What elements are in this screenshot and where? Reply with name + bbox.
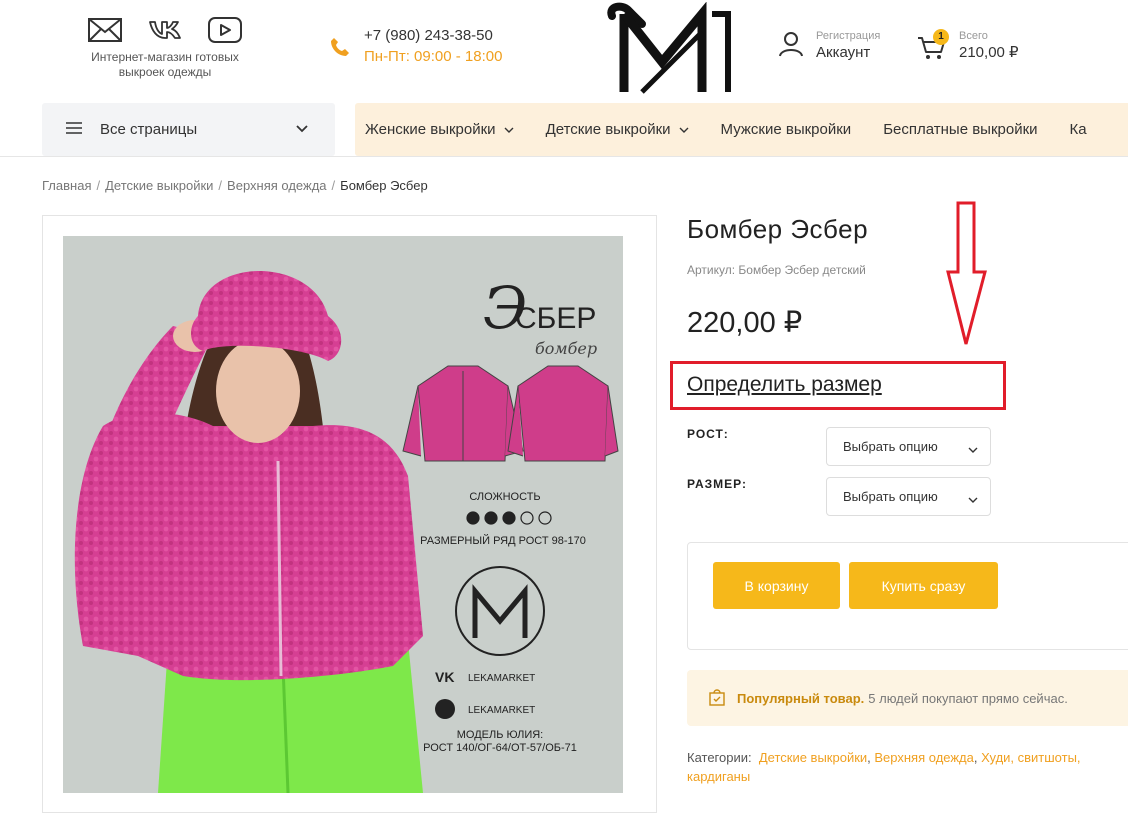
chevron-down-icon <box>295 121 309 139</box>
menu-item-free[interactable]: Бесплатные выкройки <box>873 121 1047 138</box>
annotation-arrow-icon <box>945 200 991 355</box>
menu-item-label: Ка <box>1069 121 1087 138</box>
cart-count-badge: 1 <box>933 29 949 45</box>
mail-icon[interactable] <box>88 18 122 42</box>
chevron-down-icon <box>968 442 978 457</box>
product-price: 220,00 ₽ <box>687 307 803 339</box>
youtube-icon[interactable] <box>208 17 242 43</box>
cart-total-label: Всего <box>959 30 988 42</box>
cart-link[interactable]: 1 Всего 210,00 ₽ <box>917 29 1019 65</box>
complexity-dot <box>484 511 498 525</box>
phone-icon <box>330 37 350 62</box>
working-hours: Пн-Пт: 09:00 - 18:00 <box>364 48 503 65</box>
categories-label: Категории: <box>687 750 752 765</box>
product-image-frame: Э СБЕР бомбер СЛОЖНОСТЬ РАЗМЕРНЫЙ РЯД РО… <box>42 215 657 813</box>
product-title: Бомбер Эсбер <box>687 214 869 244</box>
popular-strong: Популярный товар. <box>737 690 865 706</box>
category-link-outerwear[interactable]: Верхняя одежда <box>874 750 973 765</box>
image-social-1: LEKAMARKET <box>468 673 535 684</box>
add-to-cart-button[interactable]: В корзину <box>713 562 840 609</box>
size-select-value: Выбрать опцию <box>843 489 938 504</box>
account-link[interactable]: Регистрация Аккаунт <box>778 30 880 62</box>
vk-icon[interactable] <box>148 19 182 41</box>
sku-value: Бомбер Эсбер детский <box>738 263 866 277</box>
size-guide-link[interactable]: Определить размер <box>687 373 882 397</box>
register-label[interactable]: Регистрация <box>816 30 880 43</box>
site-header: Интернет-магазин готовых выкроек одежды … <box>0 0 1128 102</box>
main-menu: Женские выкройки Детские выкройки Мужски… <box>355 103 1128 156</box>
height-select-value: Выбрать опцию <box>843 439 938 454</box>
brand-subtitle: бомбер <box>535 339 597 358</box>
product-categories: Категории: Детские выкройки, Верхняя оде… <box>687 750 1081 784</box>
complexity-dot <box>502 511 516 525</box>
account-label[interactable]: Аккаунт <box>816 43 880 62</box>
product-sku: Артикул: Бомбер Эсбер детский <box>687 263 866 277</box>
model-line-2: РОСТ 140/ОГ-64/ОТ-57/ОБ-71 <box>423 742 577 754</box>
height-option-label: РОСТ: <box>687 427 729 441</box>
breadcrumb-kids[interactable]: Детские выкройки <box>105 178 213 193</box>
menu-item-label: Бесплатные выкройки <box>883 121 1038 138</box>
cart-total: 210,00 ₽ <box>959 44 1019 61</box>
complexity-dot <box>466 511 480 525</box>
store-tagline: Интернет-магазин готовых выкроек одежды <box>91 50 239 79</box>
model-line-1: МОДЕЛЬ ЮЛИЯ: <box>457 729 544 741</box>
size-range-text: РАЗМЕРНЫЙ РЯД РОСТ 98-170 <box>420 534 586 547</box>
sku-label: Артикул: <box>687 263 736 277</box>
phone-block: +7 (980) 243-38-50 Пн-Пт: 09:00 - 18:00 <box>330 26 502 68</box>
size-select[interactable]: Выбрать опцию <box>826 477 991 516</box>
category-link-hoodies[interactable]: Худи, свитшоты, <box>981 750 1080 765</box>
chevron-down-icon <box>968 492 978 507</box>
site-logo[interactable] <box>602 1 734 96</box>
breadcrumb-home[interactable]: Главная <box>42 178 91 193</box>
menu-item-mens[interactable]: Мужские выкройки <box>711 121 862 138</box>
social-block: Интернет-магазин готовых выкроек одежды <box>80 16 250 80</box>
chevron-down-icon <box>504 121 514 138</box>
category-link-kids[interactable]: Детские выкройки <box>759 750 867 765</box>
product-image[interactable]: Э СБЕР бомбер СЛОЖНОСТЬ РАЗМЕРНЫЙ РЯД РО… <box>63 236 623 793</box>
shopping-bag-icon <box>709 688 725 709</box>
menu-item-label: Детские выкройки <box>545 121 671 138</box>
menu-item-kids[interactable]: Детские выкройки <box>536 121 699 138</box>
vk-icon: VK <box>435 669 454 685</box>
brand-title: СБЕР <box>515 302 596 335</box>
size-option-label: РАЗМЕР: <box>687 477 747 491</box>
breadcrumb: Главная / Детские выкройки / Верхняя одежда /… <box>42 178 428 193</box>
menu-item-label: Женские выкройки <box>365 121 496 138</box>
all-pages-label: Все страницы <box>100 121 198 138</box>
all-pages-dropdown[interactable]: Все страницы <box>42 103 335 156</box>
market-icon <box>435 699 455 719</box>
image-social-2: LEKAMARKET <box>468 705 535 716</box>
phone-number[interactable]: +7 (980) 243-38-50 <box>364 26 502 46</box>
breadcrumb-current: Бомбер Эсбер <box>340 178 428 193</box>
user-icon <box>778 31 804 62</box>
height-select[interactable]: Выбрать опцию <box>826 427 991 466</box>
complexity-label: СЛОЖНОСТЬ <box>469 491 540 503</box>
buy-now-button[interactable]: Купить сразу <box>849 562 998 609</box>
cart-icon <box>917 37 947 65</box>
menu-item-womens[interactable]: Женские выкройки <box>355 121 524 138</box>
category-link-cardigans[interactable]: кардиганы <box>687 769 750 784</box>
hamburger-icon <box>66 121 82 139</box>
nav-divider <box>0 156 1128 157</box>
chevron-down-icon <box>679 121 689 138</box>
menu-item-label: Мужские выкройки <box>720 121 852 138</box>
breadcrumb-outerwear[interactable]: Верхняя одежда <box>227 178 326 193</box>
popular-text: 5 людей покупают прямо сейчас. <box>868 690 1068 706</box>
menu-item-more[interactable]: Ка <box>1060 121 1097 138</box>
popular-notice: Популярный товар. 5 людей покупают прямо… <box>687 670 1128 726</box>
